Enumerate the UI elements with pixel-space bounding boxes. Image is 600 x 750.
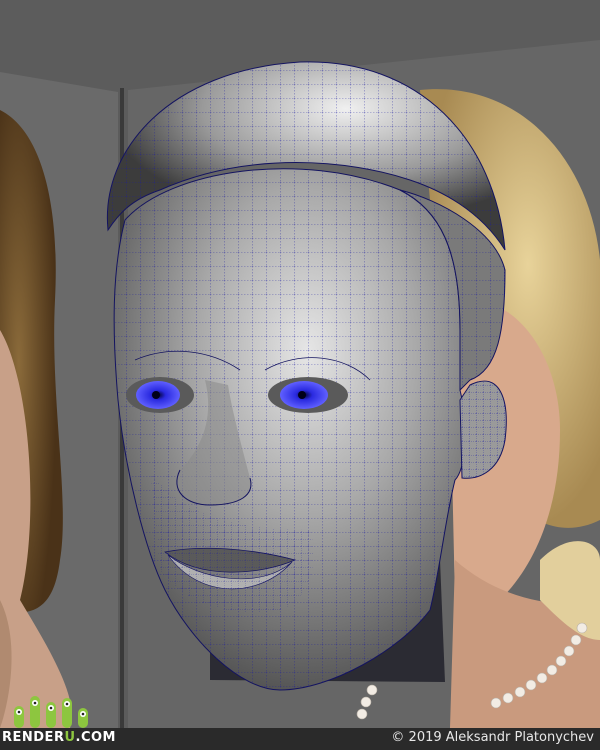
logo-text-suffix: .COM	[75, 730, 116, 745]
left-eye	[126, 377, 194, 413]
copyright-text: © 2019 Aleksandr Platonychev	[391, 730, 594, 745]
logo-text-accent: U	[64, 730, 76, 745]
viewport: RENDERU.COM © 2019 Aleksandr Platonychev	[0, 0, 600, 750]
right-eye	[268, 377, 348, 413]
logo-text-main: RENDER	[2, 730, 65, 745]
renderu-logo[interactable]: RENDERU.COM	[2, 730, 116, 745]
scene-canvas	[0, 0, 600, 750]
